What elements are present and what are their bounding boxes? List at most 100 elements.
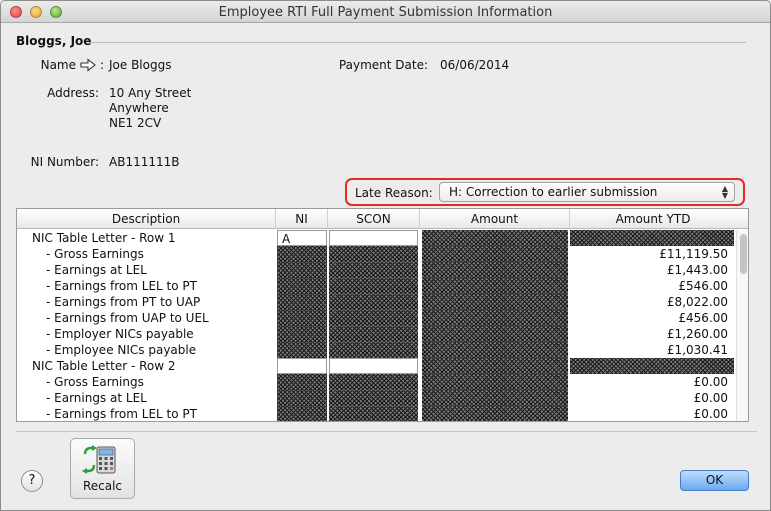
cell-amount: [422, 374, 568, 390]
cell-amount-ytd: [570, 358, 734, 374]
employee-heading: Bloggs, Joe: [16, 34, 92, 48]
cell-amount: [422, 358, 568, 374]
cell-description: - Earnings from LEL to PT: [46, 407, 197, 421]
table-row[interactable]: - Earnings from PT to UAP £8,022.00: [17, 294, 736, 310]
recalc-label: Recalc: [82, 479, 123, 493]
cell-scon: [329, 326, 418, 342]
late-reason-selected-value: H: Correction to earlier submission: [449, 185, 658, 199]
name-value: Joe Bloggs: [109, 58, 172, 72]
arrow-right-outline-icon[interactable]: [80, 58, 96, 72]
cell-amount-ytd: £1,260.00: [666, 327, 728, 341]
table-row[interactable]: NIC Table Letter - Row 1 A: [17, 230, 736, 246]
cell-scon[interactable]: [329, 358, 418, 374]
cell-amount-ytd: £0.00: [693, 375, 728, 389]
title-bar: Employee RTI Full Payment Submission Inf…: [1, 1, 770, 23]
cell-description: - Employee NICs payable: [46, 343, 197, 357]
cell-amount: [422, 310, 568, 326]
table-row[interactable]: - Gross Earnings £0.00: [17, 374, 736, 390]
cell-amount-ytd: [570, 230, 734, 246]
address-label: Address:: [47, 86, 99, 100]
footer-divider: [16, 431, 757, 432]
cell-scon: [329, 342, 418, 358]
col-scon[interactable]: SCON: [328, 209, 420, 229]
cell-scon: [329, 374, 418, 390]
heading-divider: [89, 42, 746, 43]
col-ni-letter[interactable]: NI Letter: [276, 209, 328, 246]
cell-description: - Gross Earnings: [46, 247, 144, 261]
cell-amount-ytd: £1,030.41: [666, 343, 728, 357]
cell-ni-letter[interactable]: [277, 358, 327, 374]
cell-amount-ytd: £0.00: [693, 407, 728, 421]
address-line-3: NE1 2CV: [109, 116, 162, 130]
cell-ni-letter: [277, 246, 327, 262]
col-amount-ytd[interactable]: Amount YTD: [570, 209, 736, 229]
col-description[interactable]: Description: [17, 209, 276, 229]
cell-amount: [422, 294, 568, 310]
cell-amount-ytd: £456.00: [678, 311, 728, 325]
payment-date-label: Payment Date:: [338, 58, 428, 72]
cell-description: NIC Table Letter - Row 1: [32, 231, 176, 245]
cell-ni-letter: [277, 294, 327, 310]
cell-ni-letter: [277, 406, 327, 421]
table-row[interactable]: - Employee NICs payable £1,030.41: [17, 342, 736, 358]
cell-scon: [329, 278, 418, 294]
cell-description: - Earnings from PT to UAP: [46, 295, 201, 309]
cell-amount-ytd: £11,119.50: [659, 247, 728, 261]
cell-amount-ytd: £1,443.00: [666, 263, 728, 277]
cell-amount: [422, 342, 568, 358]
recalc-button[interactable]: Recalc: [70, 438, 135, 499]
cell-scon: [329, 390, 418, 406]
table-row[interactable]: - Earnings from UAP to UEL £456.00: [17, 310, 736, 326]
cell-scon: [329, 406, 418, 421]
cell-description: NIC Table Letter - Row 2: [32, 359, 176, 373]
table-row[interactable]: - Earnings at LEL £1,443.00: [17, 262, 736, 278]
cell-amount-ytd: £8,022.00: [666, 295, 728, 309]
cell-scon: [329, 262, 418, 278]
late-reason-select[interactable]: H: Correction to earlier submission ▲ ▼: [439, 182, 735, 202]
address-line-2: Anywhere: [109, 101, 169, 115]
late-reason-label: Late Reason:: [355, 186, 433, 200]
cell-amount-ytd: £546.00: [678, 279, 728, 293]
cell-scon: [329, 310, 418, 326]
table-row[interactable]: - Employer NICs payable £1,260.00: [17, 326, 736, 342]
cell-description: - Gross Earnings: [46, 375, 144, 389]
table-row[interactable]: - Earnings from LEL to PT £546.00: [17, 278, 736, 294]
cell-description: - Earnings at LEL: [46, 263, 147, 277]
cell-scon: [329, 294, 418, 310]
name-label: Name: [40, 58, 76, 72]
address-line-1: 10 Any Street: [109, 86, 192, 100]
cell-ni-letter[interactable]: A: [277, 230, 327, 246]
cell-description: - Employer NICs payable: [46, 327, 194, 341]
name-colon: :: [100, 58, 105, 72]
cell-ni-letter: [277, 326, 327, 342]
col-amount[interactable]: Amount: [420, 209, 570, 229]
updown-chevron-icon: ▲ ▼: [721, 184, 728, 200]
ok-button[interactable]: OK: [680, 470, 749, 491]
cell-ni-letter: [277, 342, 327, 358]
cell-amount-ytd: £0.00: [693, 391, 728, 405]
cell-ni-letter: [277, 390, 327, 406]
table-row[interactable]: - Earnings from LEL to PT £0.00: [17, 406, 736, 421]
cell-ni-letter: [277, 278, 327, 294]
window-title: Employee RTI Full Payment Submission Inf…: [218, 5, 553, 20]
payment-date-value: 06/06/2014: [440, 58, 510, 72]
cell-description: - Earnings from LEL to PT: [46, 279, 197, 293]
cell-ni-letter: [277, 262, 327, 278]
nic-table: Description NI Letter SCON Amount Amount…: [16, 208, 749, 422]
help-button[interactable]: ?: [21, 470, 43, 492]
cell-amount: [422, 262, 568, 278]
cell-amount: [422, 406, 568, 421]
cell-amount: [422, 390, 568, 406]
cell-amount: [422, 246, 568, 262]
cell-amount: [422, 278, 568, 294]
table-scrollbar[interactable]: [736, 230, 748, 421]
table-row[interactable]: NIC Table Letter - Row 2: [17, 358, 736, 374]
table-row[interactable]: - Gross Earnings £11,119.50: [17, 246, 736, 262]
table-row[interactable]: - Earnings at LEL £0.00: [17, 390, 736, 406]
scrollbar-thumb[interactable]: [740, 234, 747, 274]
cell-scon: [329, 246, 418, 262]
cell-amount: [422, 230, 568, 246]
cell-ni-letter: [277, 374, 327, 390]
calculator-refresh-icon: [82, 445, 116, 474]
cell-scon[interactable]: [329, 230, 418, 246]
